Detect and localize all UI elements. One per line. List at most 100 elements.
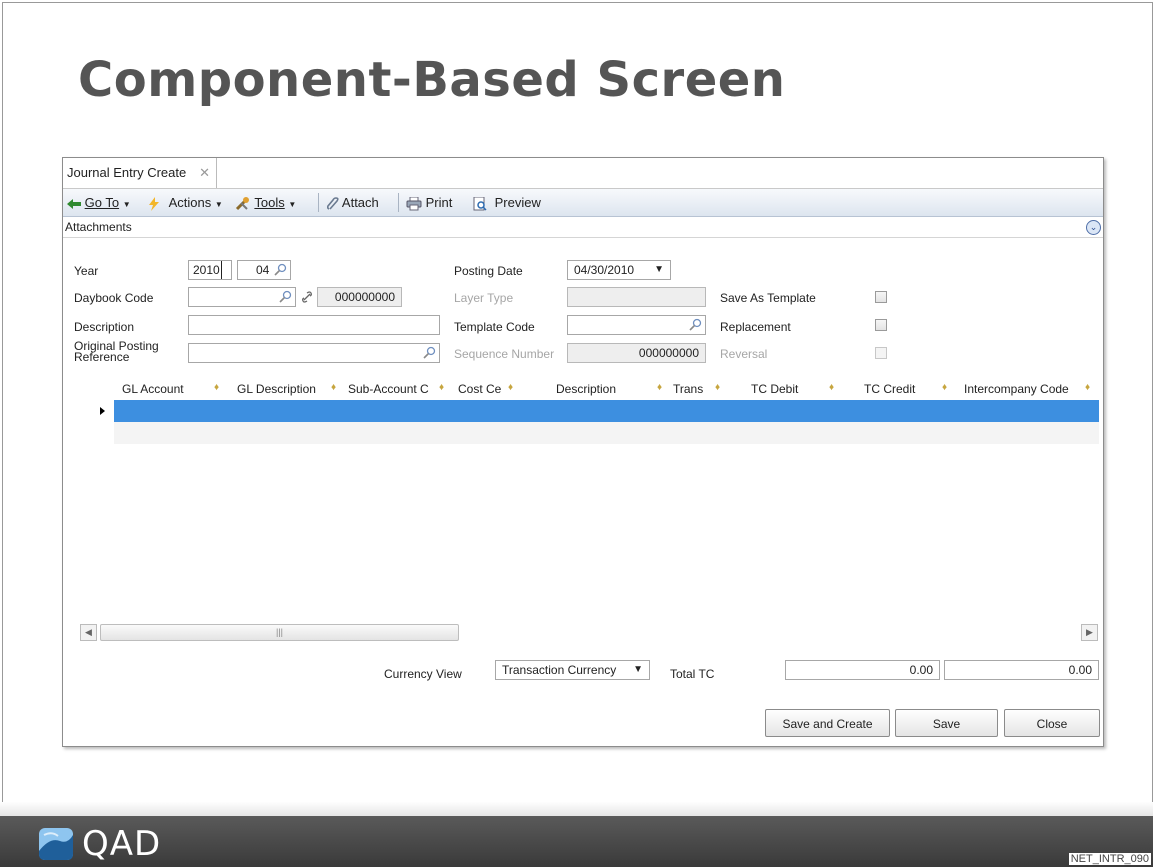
toolbar-divider [318,193,319,212]
horizontal-scrollbar[interactable]: ◀ ||| ▶ [80,624,1100,641]
scroll-right-icon[interactable]: ▶ [1081,624,1098,641]
preview-label: Preview [494,195,541,210]
daybook-code-label: Daybook Code [74,291,154,305]
chevron-down-icon[interactable]: ▼ [654,261,664,279]
posting-date-label: Posting Date [454,264,523,278]
total-tc-debit-value: 0.00 [909,663,933,677]
chevron-down-icon: ▼ [288,200,297,209]
save-and-create-button[interactable]: Save and Create [765,709,890,737]
tools-label: Tools [254,195,285,210]
save-as-template-checkbox[interactable] [875,291,887,303]
currency-view-value: Transaction Currency [502,663,617,677]
tools-icon [235,196,249,210]
total-tc-credit-field: 0.00 [944,660,1099,680]
total-tc-label: Total TC [670,667,715,681]
posting-date-value: 04/30/2010 [574,263,635,277]
column-sort-icon: ♦ [508,382,514,393]
printer-icon [406,196,422,211]
layer-type-label: Layer Type [454,291,514,305]
preview-icon [473,196,487,211]
sequence-number-value: 000000000 [638,346,699,360]
lookup-icon[interactable] [689,318,702,331]
daybook-code-field[interactable] [188,287,296,307]
layer-type-field [567,287,706,307]
column-sort-icon: ♦ [331,382,337,393]
table-row[interactable] [114,400,1099,422]
goto-menu[interactable]: Go To ▼ [67,194,131,211]
scroll-thumb[interactable]: ||| [100,624,459,641]
slide-code: NET_INTR_090 [1068,853,1151,865]
description-label: Description [74,320,135,334]
col-sub-account[interactable]: Sub-Account C [348,382,429,396]
close-tab-icon[interactable]: ✕ [199,158,210,188]
template-code-label: Template Code [454,320,535,334]
table-row[interactable] [114,422,1099,444]
footer-gradient [0,802,1153,816]
expand-icon[interactable]: ⌄ [1086,220,1101,235]
col-trans[interactable]: Trans [673,382,703,396]
print-button[interactable]: Print [406,194,452,211]
col-tc-debit[interactable]: TC Debit [751,382,798,396]
sequence-number-field: 000000000 [567,343,706,363]
column-sort-icon: ♦ [214,382,220,393]
lookup-icon[interactable] [279,290,292,303]
replacement-label: Replacement [720,320,791,334]
grid-header: GL Account ♦ GL Description ♦ Sub-Accoun… [80,379,1100,399]
goto-label: Go To [84,195,120,210]
year-value: 2010 [193,261,222,279]
original-posting-reference-field[interactable] [188,343,440,363]
description-field[interactable] [188,315,440,335]
lookup-icon[interactable] [274,263,287,276]
goto-arrow-icon [67,198,81,209]
period-field[interactable]: 04 [237,260,291,280]
journal-entry-window: Journal Entry Create ✕ Go To ▼ Actions ▼… [62,157,1104,747]
column-sort-icon: ♦ [657,382,663,393]
toolbar-divider [398,193,399,212]
actions-menu[interactable]: Actions ▼ [149,194,223,211]
daybook-number-field: 000000000 [317,287,402,307]
chevron-down-icon[interactable]: ▼ [633,661,643,679]
template-code-field[interactable] [567,315,706,335]
lookup-icon[interactable] [423,346,436,359]
tab-bar: Journal Entry Create ✕ [63,158,1103,189]
save-as-template-label: Save As Template [720,291,816,305]
col-gl-description[interactable]: GL Description [237,382,316,396]
col-gl-account[interactable]: GL Account [122,382,184,396]
tools-menu[interactable]: Tools ▼ [235,194,296,211]
attachments-bar[interactable]: Attachments ⌄ [63,217,1103,238]
reversal-checkbox [875,347,887,359]
journal-lines-grid[interactable]: GL Account ♦ GL Description ♦ Sub-Accoun… [80,379,1100,639]
chevron-down-icon: ▼ [122,200,131,209]
column-sort-icon: ♦ [439,382,445,393]
col-description[interactable]: Description [556,382,616,396]
attach-button[interactable]: Attach [327,194,379,211]
daybook-number-value: 000000000 [334,290,395,304]
total-tc-credit-value: 0.00 [1068,663,1092,677]
close-button[interactable]: Close [1004,709,1100,737]
original-posting-reference-label: Original Posting Reference [74,340,159,364]
total-tc-debit-field: 0.00 [785,660,940,680]
orig-posting-line2: Reference [74,350,130,364]
currency-view-select[interactable]: Transaction Currency ▼ [495,660,650,680]
year-label: Year [74,264,99,278]
replacement-checkbox[interactable] [875,319,887,331]
scroll-left-icon[interactable]: ◀ [80,624,97,641]
year-field[interactable]: 2010 [188,260,232,280]
preview-button[interactable]: Preview [473,194,541,211]
row-pointer-icon [100,407,105,415]
qad-logo-text: QAD [82,824,162,864]
col-tc-credit[interactable]: TC Credit [864,382,915,396]
link-icon[interactable] [301,291,313,303]
col-intercompany-code[interactable]: Intercompany Code [964,382,1069,396]
col-cost-center[interactable]: Cost Ce [458,382,501,396]
toolbar: Go To ▼ Actions ▼ Tools ▼ Attach Print P… [63,189,1103,217]
save-button[interactable]: Save [895,709,998,737]
tab-journal-entry-create[interactable]: Journal Entry Create ✕ [63,158,217,188]
attach-label: Attach [341,195,379,210]
qad-logo-icon [39,828,73,860]
attachments-label: Attachments [65,220,132,234]
paperclip-icon [327,196,339,210]
posting-date-field[interactable]: 04/30/2010 ▼ [567,260,671,280]
column-sort-icon: ♦ [1085,382,1091,393]
slide-title: Component-Based Screen [78,52,786,108]
